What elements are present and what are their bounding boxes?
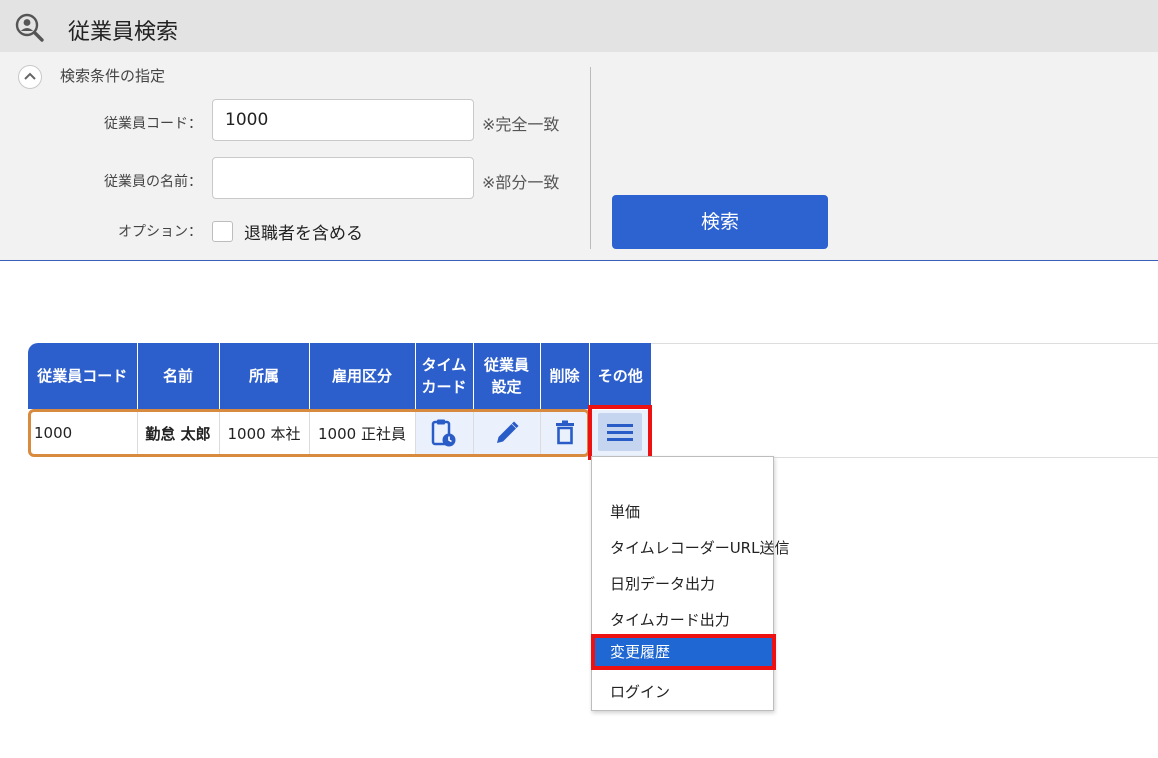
- clipboard-clock-icon: [431, 419, 456, 447]
- menu-item-unit-price[interactable]: 単価: [592, 494, 773, 530]
- search-button[interactable]: 検索: [612, 195, 828, 249]
- menu-item-login[interactable]: ログイン: [592, 674, 773, 710]
- trash-icon: [555, 420, 574, 445]
- col-header-timecard-line1: タイム: [421, 355, 467, 374]
- menu-item-daily-data-export[interactable]: 日別データ出力: [592, 566, 773, 602]
- table-row: 1000 勤怠 太郎 1000 本社 1000 正社員: [28, 408, 651, 457]
- col-header-settings: 従業員 設定: [473, 343, 541, 409]
- employee-code-input[interactable]: 1000: [212, 99, 474, 141]
- exact-match-hint: ※完全一致: [482, 115, 560, 134]
- employee-name-input[interactable]: [212, 157, 474, 199]
- results-table: 従業員コード 名前 所属 雇用区分 タイムカード 従業員設定 削除 その他 10…: [28, 343, 651, 457]
- cell-name: 勤怠 太郎: [137, 408, 220, 457]
- include-retired-label[interactable]: 退職者を含める: [244, 219, 363, 244]
- menu-item-timecard-export[interactable]: タイムカード出力: [592, 602, 773, 638]
- results-table-container: 従業員コード 名前 所属 雇用区分 タイムカード 従業員設定 削除 その他 10…: [28, 343, 651, 457]
- include-retired-checkbox[interactable]: [212, 221, 233, 242]
- timecard-button[interactable]: [415, 408, 474, 457]
- more-menu-dropdown: 単価 タイムレコーダーURL送信 日別データ出力 タイムカード出力 変更履歴 ロ…: [591, 456, 789, 711]
- employee-code-label: 従業員コード：: [104, 116, 202, 132]
- cell-employment: 1000 正社員: [309, 408, 416, 457]
- menu-item-send-recorder-url[interactable]: タイムレコーダーURL送信: [592, 530, 789, 566]
- col-header-employment: 雇用区分: [309, 343, 416, 409]
- col-header-dept: 所属: [219, 343, 310, 409]
- col-header-other: その他: [589, 343, 651, 409]
- col-header-settings-line2: 設定: [491, 377, 522, 396]
- partial-match-hint: ※部分一致: [482, 173, 560, 192]
- collapse-button[interactable]: [18, 65, 42, 89]
- page-header: 従業員検索: [0, 0, 1158, 52]
- col-header-settings-line1: 従業員: [483, 355, 529, 374]
- cell-dept: 1000 本社: [219, 408, 310, 457]
- table-divider-top: [651, 343, 1158, 344]
- search-section-title: 検索条件の指定: [60, 67, 166, 85]
- option-label: オプション：: [118, 224, 202, 240]
- employee-name-label: 従業員の名前：: [104, 174, 202, 190]
- col-header-code: 従業員コード: [28, 343, 138, 409]
- edit-employee-button[interactable]: [473, 408, 541, 457]
- more-menu-button[interactable]: [598, 413, 642, 451]
- col-header-name: 名前: [137, 343, 220, 409]
- menu-item-change-history[interactable]: 変更履歴: [591, 634, 776, 670]
- search-panel: 検索条件の指定 従業員コード： 1000 ※完全一致 従業員の名前： ※部分一致…: [0, 52, 1158, 261]
- col-header-delete: 削除: [540, 343, 590, 409]
- delete-button[interactable]: [540, 408, 590, 457]
- col-header-timecard-line2: カード: [421, 377, 467, 396]
- hamburger-menu-icon: [607, 424, 633, 441]
- cell-code: 1000: [28, 408, 138, 457]
- table-header-row: 従業員コード 名前 所属 雇用区分 タイムカード 従業員設定 削除 その他: [28, 343, 651, 409]
- pencil-icon: [496, 421, 519, 444]
- page-title: 従業員検索: [68, 20, 179, 45]
- panel-divider: [590, 67, 591, 249]
- col-header-timecard: タイム カード: [415, 343, 474, 409]
- chevron-up-icon: [24, 72, 36, 80]
- user-search-icon: [15, 13, 44, 42]
